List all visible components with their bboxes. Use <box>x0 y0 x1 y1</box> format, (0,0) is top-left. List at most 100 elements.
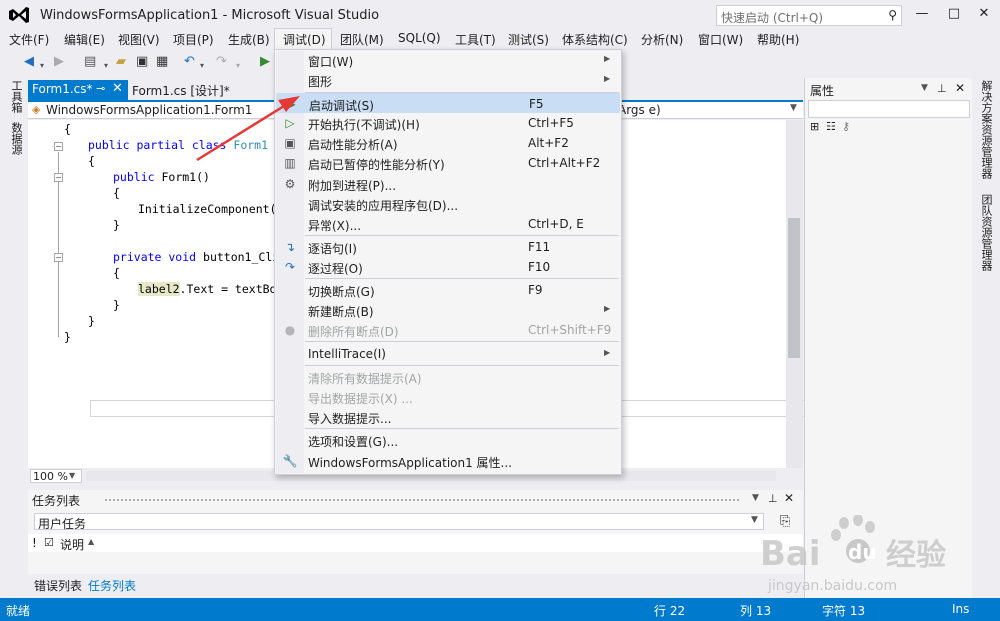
back-dropdown-icon[interactable]: ▾ <box>40 58 44 74</box>
menu-item-import-datatips[interactable]: 导入数据提示... <box>276 407 620 427</box>
save-icon[interactable]: ▣ <box>136 54 148 70</box>
redo-dropdown-icon[interactable]: ▾ <box>236 58 240 74</box>
member-selector[interactable]: Args e) <box>618 103 661 117</box>
menu-item-exceptions[interactable]: 异常(X)... Ctrl+D, E <box>276 214 620 234</box>
menu-view[interactable]: 视图(V) <box>118 31 160 48</box>
menu-item-attach-process[interactable]: ⚙ 附加到进程(P)... <box>276 174 620 194</box>
save-all-icon[interactable]: ▦ <box>156 54 168 70</box>
minimize-button[interactable]: — <box>910 5 934 23</box>
menu-separator <box>305 365 619 366</box>
delete-breakpoints-icon: ● <box>284 323 296 337</box>
task-filter-select[interactable]: 用户任务 ▼ <box>34 513 764 531</box>
task-filter-value: 用户任务 <box>38 517 87 531</box>
menu-item-start-profiling[interactable]: ▣ 启动性能分析(A) Alt+F2 <box>276 133 620 153</box>
menu-item-step-over[interactable]: ↷ 逐过程(O) F10 <box>276 257 620 277</box>
redo-icon[interactable]: ↷ <box>216 54 227 70</box>
pin-icon[interactable]: ⊥ <box>768 492 778 505</box>
menu-tools[interactable]: 工具(T) <box>455 31 496 48</box>
menu-debug[interactable]: 调试(D) <box>283 31 326 48</box>
menu-analyze[interactable]: 分析(N) <box>641 31 683 48</box>
new-project-icon[interactable]: ▤ <box>84 54 96 70</box>
menu-item-project-properties[interactable]: 🔧 WindowsFormsApplication1 属性... <box>276 451 620 471</box>
menu-item-start-debugging[interactable]: ▶ 启动调试(S) F5 <box>276 93 620 113</box>
code-line: } <box>88 314 95 328</box>
menu-item-options-settings[interactable]: 选项和设置(G)... <box>276 430 620 450</box>
tab-form1-designer[interactable]: Form1.cs [设计]* <box>128 80 238 100</box>
code-line: } <box>113 218 120 232</box>
status-ins: Ins <box>952 602 970 616</box>
quick-launch-input[interactable]: 快速启动 (Ctrl+Q) ⚲ <box>716 5 902 26</box>
undo-icon[interactable]: ↶ <box>184 54 195 70</box>
toolbox-tab[interactable]: 工具箱 <box>8 80 24 113</box>
maximize-button[interactable]: □ <box>942 5 966 23</box>
properties-object-selector[interactable] <box>808 100 970 118</box>
collapse-icon[interactable]: − <box>54 173 63 182</box>
chevron-down-icon[interactable]: ▼ <box>921 83 928 93</box>
property-pages-icon[interactable]: ⚷ <box>842 120 850 133</box>
start-debug-icon[interactable]: ▶ <box>260 54 270 70</box>
menu-item-label: 新建断点(B) <box>308 305 374 319</box>
play-icon: ▶ <box>286 97 296 111</box>
menu-project[interactable]: 项目(P) <box>173 31 214 48</box>
checkbox-column-icon[interactable]: ☑ <box>44 536 54 549</box>
pin-icon[interactable]: ⊸ <box>96 82 105 95</box>
collapse-icon[interactable]: − <box>54 253 63 262</box>
solution-explorer-tab[interactable]: 解决方案资源管理器 <box>978 80 994 179</box>
collapse-icon[interactable]: − <box>54 142 63 151</box>
back-icon[interactable]: ◀ <box>24 54 34 70</box>
chevron-down-icon[interactable]: ▼ <box>69 471 75 480</box>
menu-sql[interactable]: SQL(Q) <box>398 31 441 45</box>
menu-architecture[interactable]: 体系结构(C) <box>562 31 628 48</box>
chevron-down-icon[interactable]: ▼ <box>752 493 759 503</box>
menu-item-new-breakpoint[interactable]: 新建断点(B) ▶ <box>276 300 620 320</box>
new-dropdown-icon[interactable]: ▾ <box>104 58 108 74</box>
undo-dropdown-icon[interactable]: ▾ <box>200 58 204 74</box>
code-line: } <box>64 330 71 344</box>
tab-form1-cs[interactable]: Form1.cs* ⊸ ✕ <box>28 80 128 100</box>
menu-team[interactable]: 团队(M) <box>340 31 384 48</box>
menu-help[interactable]: 帮助(H) <box>757 31 799 48</box>
tab-error-list[interactable]: 错误列表 <box>34 577 82 594</box>
pin-icon[interactable]: ⊥ <box>937 82 947 95</box>
close-tab-icon[interactable]: ✕ <box>112 81 123 96</box>
chevron-down-icon[interactable]: ▼ <box>751 515 758 525</box>
close-window-button[interactable]: ✕ <box>972 5 996 23</box>
tab-label: Form1.cs [设计]* <box>132 84 230 98</box>
priority-column-header[interactable]: ! <box>32 536 37 550</box>
drag-grip[interactable] <box>104 498 740 503</box>
menu-window[interactable]: 窗口(W) <box>698 31 743 48</box>
datasource-tab[interactable]: 数据源 <box>8 122 24 155</box>
menu-item-toggle-breakpoint[interactable]: 切换断点(G) F9 <box>276 280 620 300</box>
categorized-icon[interactable]: ⊞ <box>810 120 819 133</box>
menu-item-start-paused-profiling[interactable]: ▥ 启动已暂停的性能分析(Y) Ctrl+Alt+F2 <box>276 153 620 173</box>
close-panel-icon[interactable]: ✕ <box>784 491 794 505</box>
status-char: 字符 13 <box>822 604 866 618</box>
forward-icon[interactable]: ▶ <box>54 54 64 70</box>
menu-item-start-without-debugging[interactable]: ▷ 开始执行(不调试)(H) Ctrl+F5 <box>276 113 620 133</box>
scrollbar-thumb[interactable] <box>788 218 800 358</box>
menu-item-intellitrace[interactable]: IntelliTrace(I) ▶ <box>276 344 620 364</box>
search-icon[interactable]: ⚲ <box>888 8 897 22</box>
tab-task-list[interactable]: 任务列表 <box>88 577 136 594</box>
wrench-icon: 🔧 <box>282 454 298 468</box>
class-icon: ◈ <box>32 103 41 116</box>
menu-item-graphics[interactable]: 图形 ▶ <box>276 70 620 90</box>
chevron-down-icon[interactable]: ▼ <box>790 103 797 113</box>
description-column-header[interactable]: 说明 <box>60 536 84 553</box>
alphabetical-icon[interactable]: ☷ <box>826 120 836 133</box>
properties-toolbar: ⊞ ☷ ⚷ <box>808 120 970 136</box>
close-panel-icon[interactable]: ✕ <box>955 81 965 95</box>
menu-test[interactable]: 测试(S) <box>508 31 549 48</box>
menu-file[interactable]: 文件(F) <box>9 31 49 48</box>
zoom-selector[interactable]: 100 % ▼ <box>30 469 82 483</box>
menu-item-step-into[interactable]: ↴ 逐语句(I) F11 <box>276 237 620 257</box>
menu-build[interactable]: 生成(B) <box>228 31 270 48</box>
menu-item-window[interactable]: 窗口(W) ▶ <box>276 50 620 70</box>
class-selector[interactable]: WindowsFormsApplication1.Form1 <box>46 103 252 117</box>
menu-edit[interactable]: 编辑(E) <box>64 31 105 48</box>
team-explorer-tab[interactable]: 团队资源管理器 <box>978 194 994 271</box>
svg-text:经验: 经验 <box>886 538 946 573</box>
open-file-icon[interactable]: ▰ <box>116 54 126 70</box>
menu-item-shortcut: F9 <box>528 283 543 297</box>
menu-item-debug-app-package[interactable]: 调试安装的应用程序包(D)... <box>276 194 620 214</box>
